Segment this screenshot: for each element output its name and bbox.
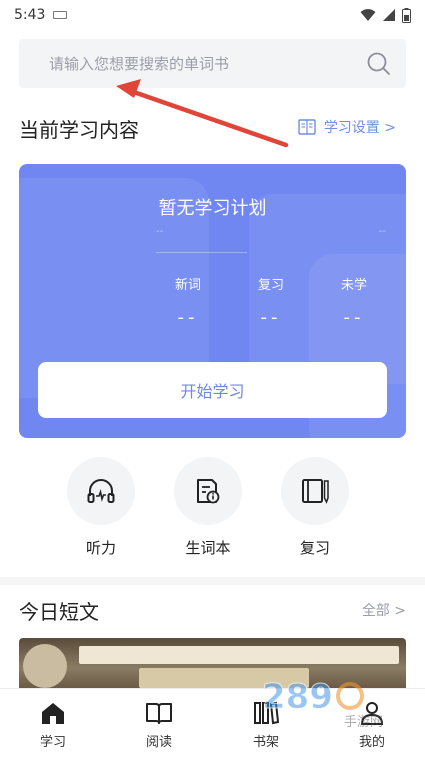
tab-label: 学习 (39, 735, 66, 750)
plan-divider (156, 252, 247, 253)
quick-label: 生词本 (185, 539, 231, 557)
stat-value: -- (177, 307, 199, 328)
quick-listening[interactable]: 听力 (66, 457, 136, 558)
stat-label: 新词 (174, 278, 201, 293)
person-icon (360, 702, 384, 725)
status-bar: 5:43 (0, 0, 425, 30)
search-input[interactable] (45, 54, 366, 73)
start-study-button[interactable]: 开始学习 (38, 362, 387, 418)
today-article-title: 今日短文 (19, 600, 99, 624)
headphones-icon (87, 479, 115, 503)
stat-value: -- (260, 307, 282, 328)
stat-review: 复习 -- (241, 274, 301, 328)
tab-mine[interactable]: 我的 (342, 699, 402, 750)
tab-study[interactable]: 学习 (23, 699, 83, 750)
bottom-tab-bar: 学习 阅读 书架 我的 (0, 688, 425, 757)
thumbnail-title-image (139, 668, 309, 688)
article-thumbnail[interactable] (19, 638, 406, 688)
tab-bookshelf[interactable]: 书架 (236, 699, 296, 750)
open-book-icon (146, 703, 172, 724)
review-button[interactable] (281, 457, 349, 525)
quick-wordbook[interactable]: 生词本 (173, 457, 243, 558)
tab-label: 阅读 (145, 735, 172, 750)
plan-dash-left: -- (156, 226, 164, 237)
quick-label: 听力 (85, 539, 116, 557)
section-divider (0, 577, 425, 585)
stat-value: -- (343, 307, 365, 328)
tab-label: 我的 (358, 735, 385, 750)
search-bar[interactable] (19, 39, 406, 88)
tab-reading[interactable]: 阅读 (129, 699, 189, 750)
tab-label: 书架 (252, 735, 279, 750)
plan-dash-right: -- (378, 226, 386, 237)
plan-title: 暂无学习计划 (158, 198, 267, 219)
battery-icon (402, 7, 411, 23)
wordbook-button[interactable] (174, 457, 242, 525)
stat-label: 未学 (340, 278, 367, 293)
home-icon (42, 703, 64, 724)
bookshelf-icon (254, 701, 279, 725)
thumbnail-banner-image (79, 646, 399, 664)
search-icon[interactable] (366, 51, 392, 77)
study-settings-link[interactable]: 学习设置 > (298, 117, 396, 137)
stat-unlearned: 未学 -- (324, 274, 384, 328)
quick-label: 复习 (299, 539, 330, 557)
study-plan-card: 暂无学习计划 -- -- 新词 -- 复习 -- 未学 -- 开始学习 (19, 164, 406, 438)
study-settings-label: 学习设置 > (323, 120, 396, 136)
stat-label: 复习 (257, 278, 284, 293)
signal-icon (383, 9, 395, 21)
stat-new-words: 新词 -- (158, 274, 218, 328)
thumbnail-seal-image (23, 644, 67, 688)
keyboard-icon (53, 11, 68, 19)
review-book-icon (302, 479, 329, 504)
wordbook-icon (197, 479, 220, 504)
book-settings-icon (298, 119, 316, 135)
quick-review[interactable]: 复习 (280, 457, 350, 558)
listening-button[interactable] (67, 457, 135, 525)
current-content-title: 当前学习内容 (19, 118, 139, 142)
status-time: 5:43 (14, 7, 46, 23)
wifi-icon (360, 9, 376, 21)
view-all-link[interactable]: 全部 > (362, 600, 406, 620)
status-icons (360, 7, 411, 23)
